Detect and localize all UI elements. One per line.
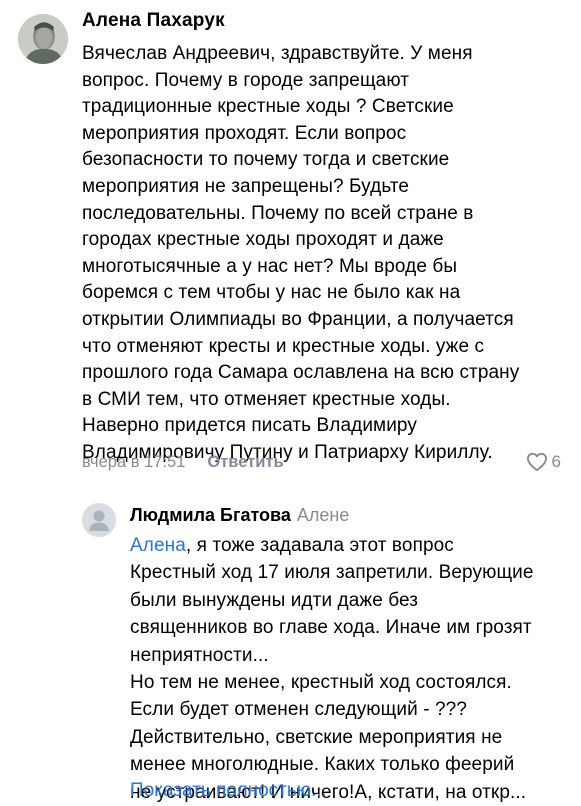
mention-link[interactable]: Алена (130, 535, 186, 556)
reply-author-avatar[interactable] (82, 503, 116, 537)
comment-author-name[interactable]: Алена Пахарук (82, 10, 225, 32)
reply-author-line: Людмила Бгатова Алене (130, 505, 349, 526)
comment-timestamp[interactable]: вчера в 17:51 (82, 453, 185, 472)
reply-to-label[interactable]: Алене (297, 505, 349, 525)
comment-meta: вчера в 17:51 Ответить (82, 453, 284, 472)
like-count: 6 (551, 452, 561, 471)
reply-text: Алена, я тоже задавала этот вопрос Крест… (130, 532, 570, 806)
default-user-avatar-icon (82, 503, 116, 537)
reply-text-body: , я тоже задавала этот вопрос Крестный х… (130, 535, 534, 803)
heart-icon (526, 452, 547, 472)
comment-text: Вячеслав Андреевич, здравствуйте. У меня… (82, 43, 520, 463)
reply-button[interactable]: Ответить (207, 453, 283, 472)
like-button[interactable]: 6 (526, 452, 561, 472)
reply-author-name[interactable]: Людмила Бгатова (130, 505, 291, 525)
show-more-link[interactable]: Показать полностью... (130, 780, 327, 802)
comment-author-avatar[interactable] (18, 14, 68, 64)
user-photo-icon (18, 14, 68, 64)
